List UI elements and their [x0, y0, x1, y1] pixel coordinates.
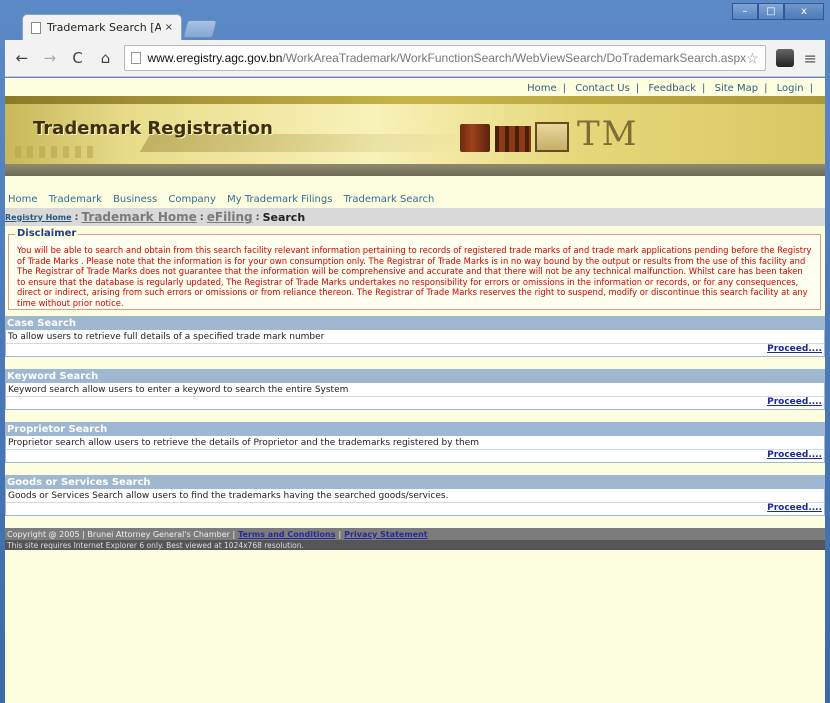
proprietor-search-proceed-link[interactable]: Proceed.... [767, 450, 822, 460]
requirement-text: This site requires Internet Explorer 6 o… [7, 540, 304, 550]
breadcrumb: Registry Home : Trademark Home : eFiling… [5, 208, 825, 226]
top-links: Home | Contact Us | Feedback | Site Map | Lo… [527, 83, 813, 94]
nav-trademark-search[interactable]: Trademark Search [344, 194, 435, 205]
keyword-search-proceed-link[interactable]: Proceed.... [767, 397, 822, 407]
address-bar[interactable]: www.eregistry.agc.gov.bn /WorkAreaTradem… [124, 45, 766, 71]
toplink-feedback[interactable]: Feedback [648, 83, 696, 94]
tm-logo: TM [577, 114, 639, 154]
toplink-home[interactable]: Home [527, 83, 557, 94]
privacy-link[interactable]: Privacy Statement [344, 530, 427, 539]
url-host: www.eregistry.agc.gov.bn [147, 51, 283, 65]
bookmark-star-icon[interactable]: ☆ [746, 50, 759, 67]
page-icon [31, 21, 41, 34]
section-description: Proprietor search allow users to retriev… [5, 436, 825, 449]
reload-icon[interactable]: C [69, 49, 87, 67]
window-controls: – □ x [732, 3, 824, 20]
forward-icon[interactable]: → [41, 49, 59, 67]
copyright-text: Copyright @ 2005 | Brunei Attorney Gener… [7, 529, 236, 539]
tab-close-icon[interactable]: × [165, 22, 173, 33]
toplink-site-map[interactable]: Site Map [715, 83, 758, 94]
nav-my-trademark-filings[interactable]: My Trademark Filings [227, 194, 332, 205]
home-icon[interactable]: ⌂ [97, 49, 115, 67]
site-banner: Trademark Registration TM [5, 96, 825, 164]
close-window-button[interactable]: x [784, 3, 824, 20]
books-icon [495, 126, 531, 152]
browser-window: – □ x Trademark Search [Attorne × ← → C … [0, 0, 830, 703]
case-search-section: Case Search To allow users to retrieve f… [5, 316, 825, 357]
new-tab-button[interactable] [182, 20, 218, 38]
browser-toolbar: ← → C ⌂ www.eregistry.agc.gov.bn /WorkAr… [5, 40, 825, 77]
nav-company[interactable]: Company [168, 194, 216, 205]
page-viewport: Home | Contact Us | Feedback | Site Map | Lo… [5, 78, 825, 703]
minimize-button[interactable]: – [732, 3, 758, 20]
footer-requirement-bar: This site requires Internet Explorer 6 o… [5, 540, 825, 550]
breadcrumb-registry-home[interactable]: Registry Home [5, 213, 72, 222]
document-icon [131, 52, 142, 64]
disclaimer-text: You will be able to search and obtain fr… [17, 245, 812, 308]
toplink-contact-us[interactable]: Contact Us [575, 83, 630, 94]
tab-title: Trademark Search [Attorne [47, 21, 161, 34]
nav-home[interactable]: Home [8, 194, 38, 205]
breadcrumb-current: Search [262, 210, 306, 224]
footer-separator: | [338, 529, 342, 539]
nav-trademark[interactable]: Trademark [49, 194, 102, 205]
keyword-search-section: Keyword Search Keyword search allow user… [5, 369, 825, 410]
section-description: Goods or Services Search allow users to … [5, 489, 825, 502]
goods-services-search-proceed-link[interactable]: Proceed.... [767, 503, 822, 513]
terms-link[interactable]: Terms and Conditions [238, 530, 335, 539]
toplink-login[interactable]: Login [777, 83, 804, 94]
section-title: Goods or Services Search [5, 475, 825, 489]
book-icon [460, 124, 490, 152]
banner-title: Trademark Registration [33, 118, 273, 139]
menu-icon[interactable]: ≡ [804, 49, 817, 68]
extension-icon[interactable] [775, 49, 794, 67]
url-path: /WorkAreaTrademark/WorkFunctionSearch/We… [282, 51, 747, 65]
section-title: Proprietor Search [5, 422, 825, 436]
disclaimer-legend: Disclaimer [15, 228, 79, 239]
proprietor-search-section: Proprietor Search Proprietor search allo… [5, 422, 825, 463]
section-title: Case Search [5, 316, 825, 330]
back-icon[interactable]: ← [13, 49, 31, 67]
open-book-icon [535, 122, 569, 152]
goods-services-search-section: Goods or Services Search Goods or Servic… [5, 475, 825, 516]
footer-copyright-bar: Copyright @ 2005 | Brunei Attorney Gener… [5, 528, 825, 540]
nav-business[interactable]: Business [113, 194, 157, 205]
browser-tab[interactable]: Trademark Search [Attorne × [22, 14, 182, 40]
case-search-proceed-link[interactable]: Proceed.... [767, 344, 822, 354]
maximize-button[interactable]: □ [758, 3, 784, 20]
breadcrumb-efiling[interactable]: eFiling [207, 210, 253, 224]
banner-divider [5, 164, 825, 176]
main-nav: Home Trademark Business Company My Trade… [5, 194, 825, 208]
section-description: Keyword search allow users to enter a ke… [5, 383, 825, 396]
section-title: Keyword Search [5, 369, 825, 383]
breadcrumb-trademark-home[interactable]: Trademark Home [82, 210, 197, 224]
section-description: To allow users to retrieve full details … [5, 330, 825, 343]
disclaimer-box: Disclaimer You will be able to search an… [8, 228, 821, 310]
